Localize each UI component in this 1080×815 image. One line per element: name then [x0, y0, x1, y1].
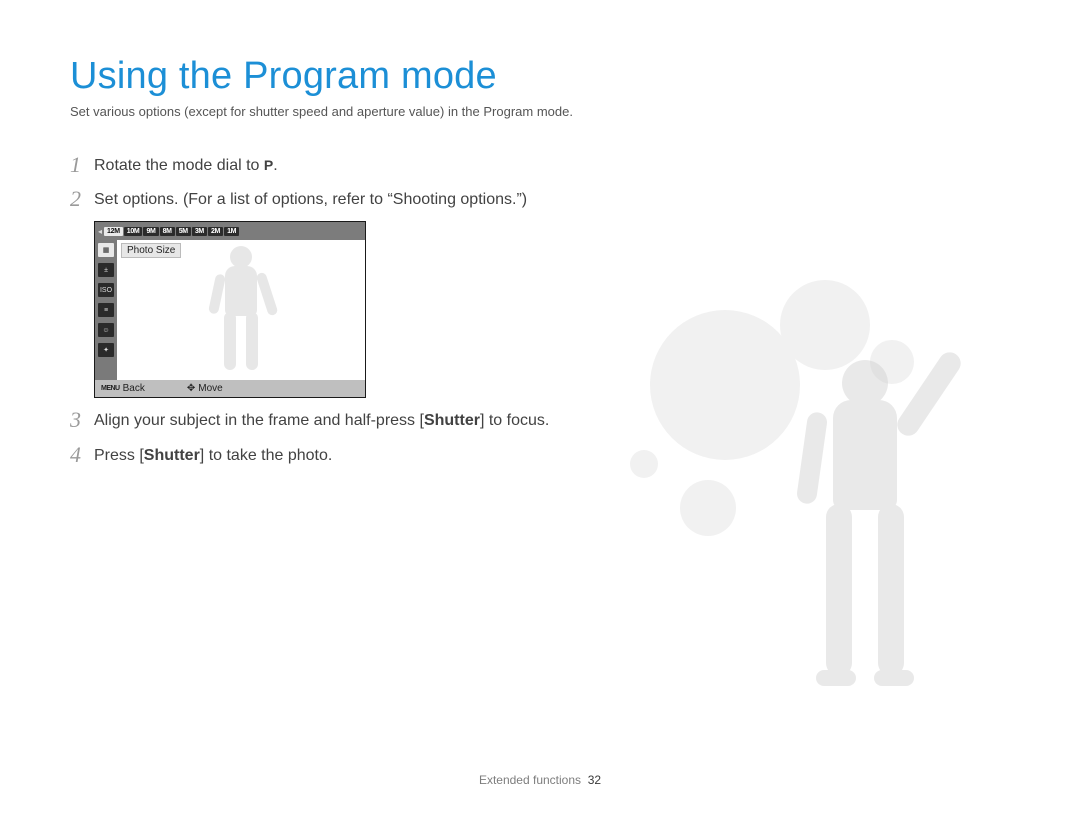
size-option: 10M [124, 227, 143, 236]
page-number: 32 [588, 773, 601, 787]
section-name: Extended functions [479, 773, 581, 787]
photo-size-icon: ▦ [98, 243, 114, 257]
dpad-icon: ✥ [187, 383, 195, 394]
photo-size-option-bar: ◂ 12M 10M 9M 8M 5M 3M 2M 1M [95, 222, 365, 240]
bubble-icon [780, 280, 870, 370]
shutter-key: Shutter [424, 412, 480, 429]
subject-silhouette-icon [206, 246, 276, 374]
size-option: 2M [208, 227, 223, 236]
camera-function-sidebar: ▦ ± ISO ≡ ☺ ✦ [95, 240, 117, 380]
option-label: Photo Size [121, 243, 181, 258]
step-number: 1 [70, 153, 94, 177]
steps-list: 1 Rotate the mode dial to P. 2 Set optio… [70, 153, 590, 467]
size-option: 9M [143, 227, 158, 236]
bubble-icon [680, 480, 736, 536]
camera-lcd-screenshot: ◂ 12M 10M 9M 8M 5M 3M 2M 1M ▦ ± ISO ≡ [94, 221, 366, 398]
size-option: 12M [104, 227, 123, 236]
bubble-icon [650, 310, 800, 460]
text: ] to focus. [480, 412, 549, 429]
iso-icon: ISO [98, 283, 114, 297]
camera-body: ▦ ± ISO ≡ ☺ ✦ Photo Size [95, 240, 365, 380]
back-label: Back [123, 383, 145, 394]
bubble-icon [870, 340, 914, 384]
size-option: 5M [176, 227, 191, 236]
text: Align your subject in the frame and half… [94, 412, 424, 429]
page-title: Using the Program mode [70, 55, 1010, 98]
step-item: 3 Align your subject in the frame and ha… [70, 408, 590, 432]
bubble-icon [630, 450, 658, 478]
child-silhouette-icon [780, 360, 950, 700]
af-icon: ✦ [98, 343, 114, 357]
step-text: Press [Shutter] to take the photo. [94, 443, 332, 467]
step-number: 4 [70, 443, 94, 467]
text: ] to take the photo. [200, 447, 333, 464]
step-screenshot-wrapper: ◂ 12M 10M 9M 8M 5M 3M 2M 1M ▦ ± ISO ≡ [70, 221, 590, 398]
step-item: 2 Set options. (For a list of options, r… [70, 187, 590, 211]
size-option: 3M [192, 227, 207, 236]
step-item: 4 Press [Shutter] to take the photo. [70, 443, 590, 467]
page-subtitle: Set various options (except for shutter … [70, 104, 1010, 119]
text: Press [ [94, 447, 144, 464]
step-item: 1 Rotate the mode dial to P. [70, 153, 590, 177]
step-number: 3 [70, 408, 94, 432]
wb-icon: ≡ [98, 303, 114, 317]
ev-icon: ± [98, 263, 114, 277]
mode-p-icon: P [264, 156, 273, 175]
size-option: 8M [160, 227, 175, 236]
manual-page: Using the Program mode Set various optio… [0, 0, 1080, 815]
decorative-art [610, 280, 1040, 710]
text: . [273, 157, 277, 174]
scroll-left-icon: ◂ [97, 227, 103, 236]
move-label: Move [198, 383, 222, 394]
menu-icon: MENU [101, 385, 120, 392]
footer-back: MENU Back [95, 383, 151, 394]
step-text: Rotate the mode dial to P. [94, 153, 278, 177]
shutter-key: Shutter [144, 447, 200, 464]
camera-preview: Photo Size [117, 240, 365, 380]
camera-footer-bar: MENU Back ✥ Move [95, 380, 365, 397]
size-option: 1M [224, 227, 239, 236]
step-text: Set options. (For a list of options, ref… [94, 187, 527, 211]
step-number: 2 [70, 187, 94, 211]
text: Rotate the mode dial to [94, 157, 264, 174]
step-text: Align your subject in the frame and half… [94, 408, 549, 432]
page-footer: Extended functions 32 [0, 773, 1080, 787]
footer-move: ✥ Move [181, 383, 229, 394]
face-detect-icon: ☺ [98, 323, 114, 337]
